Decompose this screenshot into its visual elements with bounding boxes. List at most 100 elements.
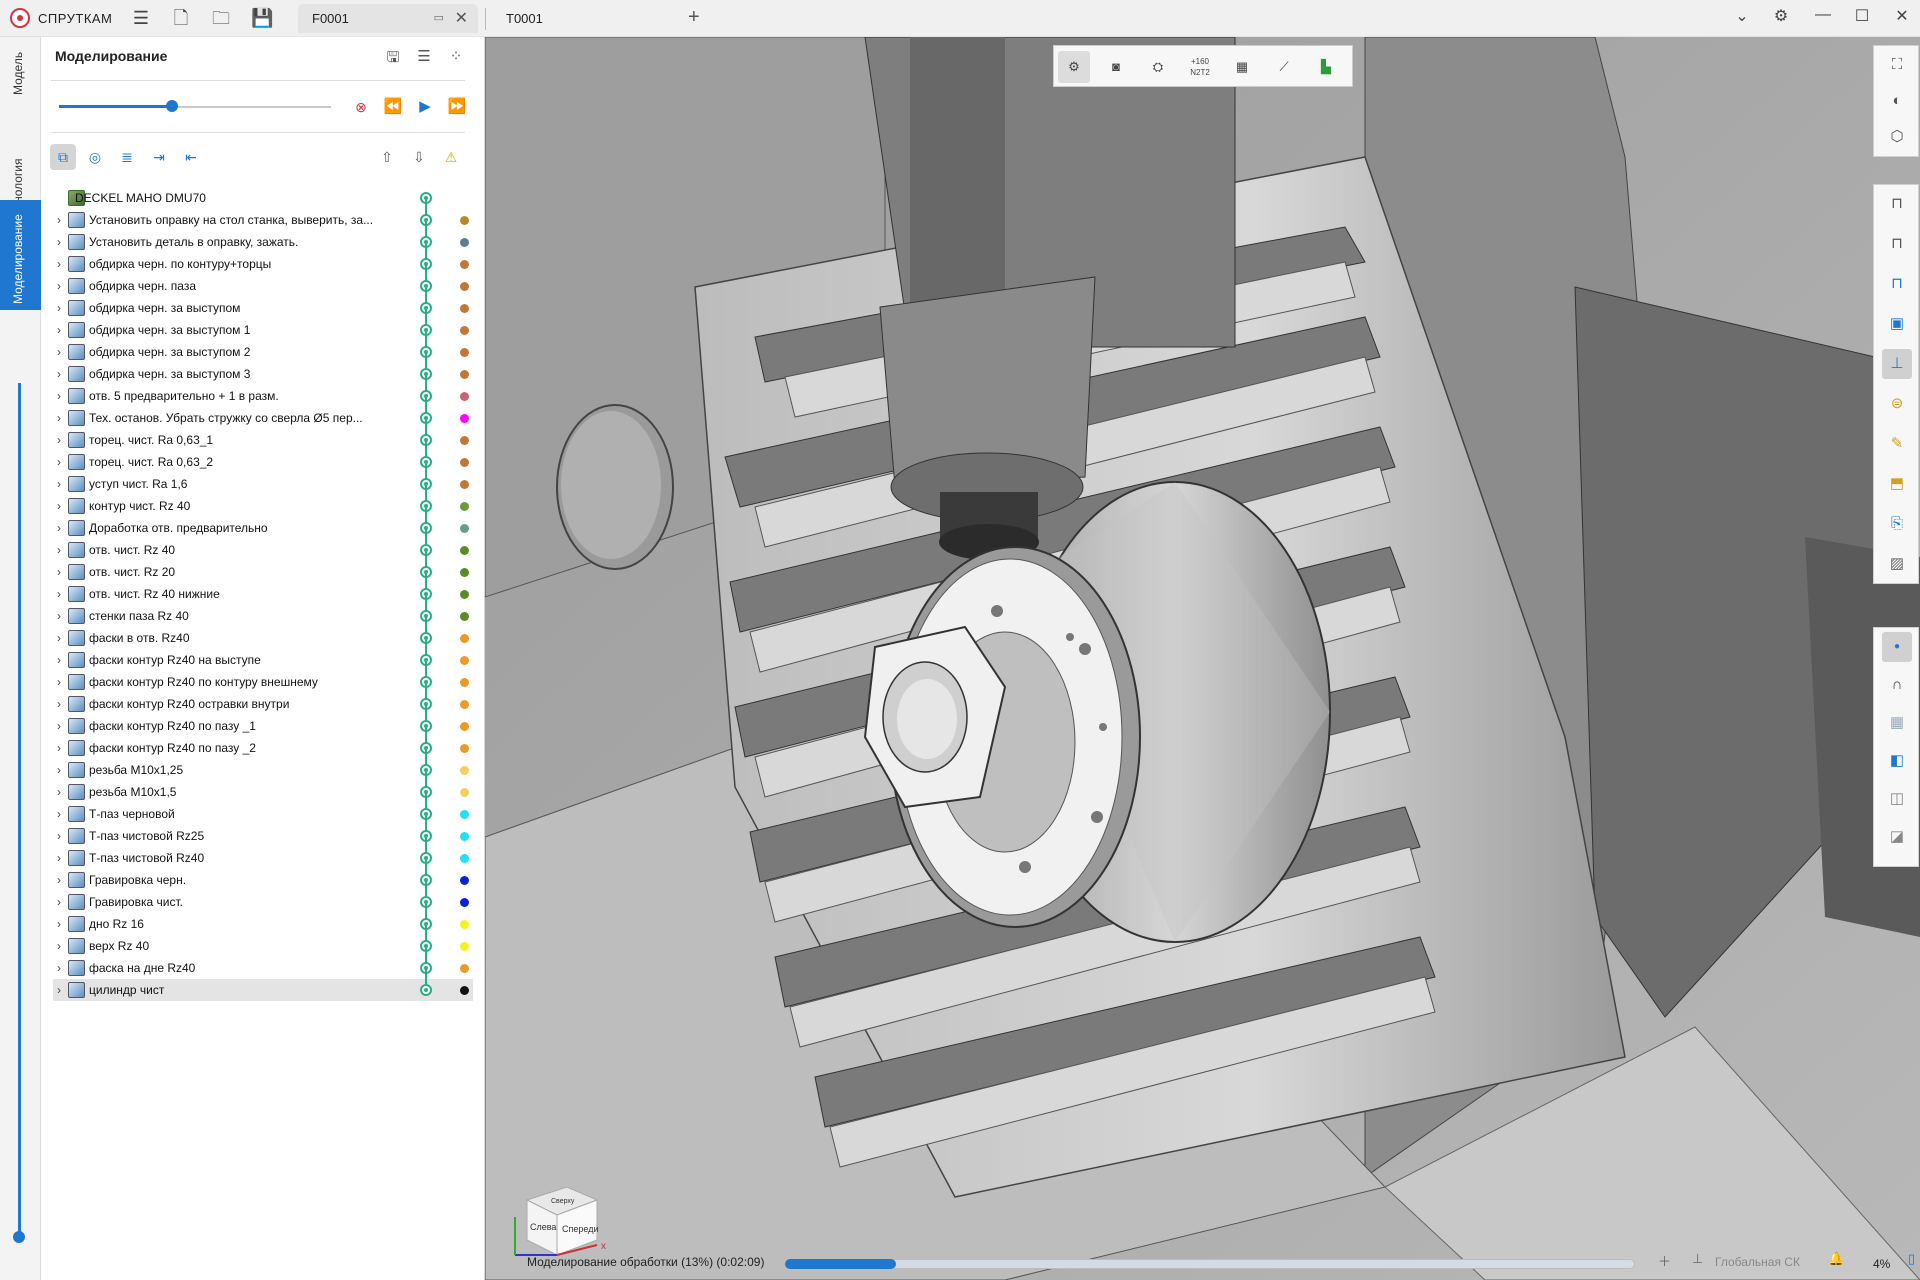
chevron-right-icon[interactable]: › xyxy=(57,781,61,803)
fast-forward-icon[interactable]: ⏩ xyxy=(446,96,468,118)
chevron-right-icon[interactable]: › xyxy=(57,495,61,517)
simulation-mode-icon[interactable]: ⚙ xyxy=(1058,51,1090,83)
move-down-icon[interactable]: ⇩ xyxy=(406,144,432,170)
tree-row[interactable]: › Тех. останов. Убрать стружку со сверла … xyxy=(53,396,473,429)
chevron-right-icon[interactable]: › xyxy=(57,627,61,649)
shading-icon[interactable]: ◐ xyxy=(1882,86,1912,116)
chevron-right-icon[interactable]: › xyxy=(57,385,61,407)
program-icon[interactable]: ⎘ xyxy=(1882,509,1912,539)
chevron-right-icon[interactable]: › xyxy=(57,363,61,385)
chevron-right-icon[interactable]: › xyxy=(57,517,61,539)
save-icon[interactable]: 💾 xyxy=(251,8,273,28)
chevron-right-icon[interactable]: › xyxy=(57,231,61,253)
minimize-window-button[interactable]: — xyxy=(1808,6,1838,24)
tree-row[interactable]: › торец. чист. Ra 0,63_2 xyxy=(53,440,473,473)
chevron-right-icon[interactable]: › xyxy=(57,583,61,605)
tree-row[interactable]: › Т-паз чистовой Rz25 xyxy=(53,814,473,847)
focus-icon[interactable]: ◎ xyxy=(82,144,108,170)
chevron-right-icon[interactable]: › xyxy=(57,429,61,451)
coordinate-system-label[interactable]: Глобальная СК xyxy=(1715,1255,1800,1269)
chevron-right-icon[interactable]: › xyxy=(57,319,61,341)
tree-row[interactable]: › стенки паза Rz 40 xyxy=(53,594,473,627)
new-tab-button[interactable]: + xyxy=(688,6,700,29)
tree-row[interactable]: › отв. чист. Rz 40 нижние xyxy=(53,572,473,605)
tree-row[interactable]: › обдирка черн. за выступом 2 xyxy=(53,330,473,363)
tab-t0001[interactable]: T0001 xyxy=(492,4,692,33)
warning-icon[interactable]: ⚠ xyxy=(438,144,464,170)
tree-row[interactable]: › обдирка черн. за выступом xyxy=(53,286,473,319)
outdent-icon[interactable]: ⇤ xyxy=(178,144,204,170)
tree-row[interactable]: › фаски контур Rz40 на выступе xyxy=(53,638,473,671)
tree-row[interactable]: › фаска на дне Rz40 xyxy=(53,946,473,979)
minimize-tab-icon[interactable]: ▭ xyxy=(434,4,444,33)
tool-counter-icon[interactable]: +160 N2T2 xyxy=(1184,51,1216,83)
chevron-right-icon[interactable]: › xyxy=(57,803,61,825)
point-icon[interactable]: ● xyxy=(1882,632,1912,662)
chevron-right-icon[interactable]: › xyxy=(57,649,61,671)
part-icon[interactable]: ⬒ xyxy=(1882,469,1912,499)
spindle-icon[interactable]: ⊓ xyxy=(1882,229,1912,259)
tree-row[interactable]: › дно Rz 16 xyxy=(53,902,473,935)
tree-row[interactable]: › обдирка черн. за выступом 3 xyxy=(53,352,473,385)
chevron-right-icon[interactable]: › xyxy=(57,737,61,759)
workpiece-icon[interactable]: ⊥ xyxy=(1882,349,1912,379)
play-icon[interactable]: ▶ xyxy=(414,96,436,118)
fit-view-icon[interactable]: ⛶ xyxy=(1882,50,1912,80)
chevron-right-icon[interactable]: › xyxy=(57,451,61,473)
tree-root[interactable]: DECKEL MAHO DMU70 xyxy=(53,187,473,209)
close-tab-icon[interactable]: ✕ xyxy=(455,4,468,33)
tree-row[interactable]: › Установить оправку на стол станка, выве… xyxy=(53,198,473,231)
chevron-right-icon[interactable]: › xyxy=(57,693,61,715)
chevron-down-icon[interactable]: ⌄ xyxy=(1727,6,1757,26)
tree-row[interactable]: › Гравировка черн. xyxy=(53,858,473,891)
menu-icon[interactable]: ☰ xyxy=(130,8,152,28)
chevron-right-icon[interactable]: › xyxy=(57,605,61,627)
tree-row[interactable]: › верх Rz 40 xyxy=(53,924,473,957)
move-up-icon[interactable]: ⇧ xyxy=(374,144,400,170)
chevron-right-icon[interactable]: › xyxy=(57,209,61,231)
open-folder-icon[interactable]: 🗀 xyxy=(210,8,232,28)
holder-icon[interactable]: ⊜ xyxy=(1882,389,1912,419)
surface-edges-icon[interactable]: ◪ xyxy=(1882,822,1912,852)
tree-row[interactable]: › Т-паз чистовой Rz40 xyxy=(53,836,473,869)
add-icon[interactable]: ＋ xyxy=(1658,1251,1671,1270)
tree-row[interactable]: › уступ чист. Ra 1,6 xyxy=(53,462,473,495)
surface-outline-icon[interactable]: ◫ xyxy=(1882,784,1912,814)
indent-icon[interactable]: ⇥ xyxy=(146,144,172,170)
plane-icon[interactable]: ⬡ xyxy=(1882,122,1912,152)
mesh-icon[interactable]: ▦ xyxy=(1882,708,1912,738)
tree-view-icon[interactable]: ⧉ xyxy=(50,144,76,170)
coordinate-system-icon[interactable]: ⊥ xyxy=(1692,1251,1703,1267)
chevron-right-icon[interactable]: › xyxy=(57,759,61,781)
machine-icon[interactable]: ⛭ xyxy=(1142,51,1174,83)
chevron-right-icon[interactable]: › xyxy=(57,935,61,957)
tree-row[interactable]: › торец. чист. Ra 0,63_1 xyxy=(53,418,473,451)
chevron-right-icon[interactable]: › xyxy=(57,253,61,275)
tree-row[interactable]: › фаски контур Rz40 остравки внутри xyxy=(53,682,473,715)
playback-slider-knob[interactable] xyxy=(166,100,178,112)
tree-row[interactable]: › фаски контур Rz40 по контуру внешнему xyxy=(53,660,473,693)
settings-gear-icon[interactable]: ⚙ xyxy=(1766,6,1796,26)
chevron-right-icon[interactable]: › xyxy=(57,869,61,891)
surface-icon[interactable]: ◧ xyxy=(1882,746,1912,776)
tree-row[interactable]: › фаски контур Rz40 по пазу _1 xyxy=(53,704,473,737)
close-window-button[interactable]: ✕ xyxy=(1887,6,1917,26)
grid-icon[interactable]: ⁘ xyxy=(446,47,466,67)
stock-icon[interactable]: ▙ xyxy=(1310,51,1342,83)
tree-row[interactable]: › отв. чист. Rz 40 xyxy=(53,528,473,561)
chevron-right-icon[interactable]: › xyxy=(57,407,61,429)
rewind-icon[interactable]: ⏪ xyxy=(382,96,404,118)
tree-row[interactable]: › Гравировка чист. xyxy=(53,880,473,913)
calculator-icon[interactable]: ▦ xyxy=(1226,51,1258,83)
chevron-right-icon[interactable]: › xyxy=(57,341,61,363)
machine-head-icon[interactable]: ⊓ xyxy=(1882,189,1912,219)
maximize-window-button[interactable]: ☐ xyxy=(1847,6,1877,26)
tree-row[interactable]: › Доработка отв. предварительно xyxy=(53,506,473,539)
chevron-right-icon[interactable]: › xyxy=(57,979,61,1001)
chevron-right-icon[interactable]: › xyxy=(57,671,61,693)
tree-row[interactable]: › Установить деталь в оправку, зажать. xyxy=(53,220,473,253)
tree-row[interactable]: › Т-паз черновой xyxy=(53,792,473,825)
graph-icon[interactable]: ⟋ xyxy=(1268,51,1300,83)
filter-settings-icon[interactable]: ☰ xyxy=(414,47,434,67)
table-icon[interactable]: ▣ xyxy=(1882,309,1912,339)
